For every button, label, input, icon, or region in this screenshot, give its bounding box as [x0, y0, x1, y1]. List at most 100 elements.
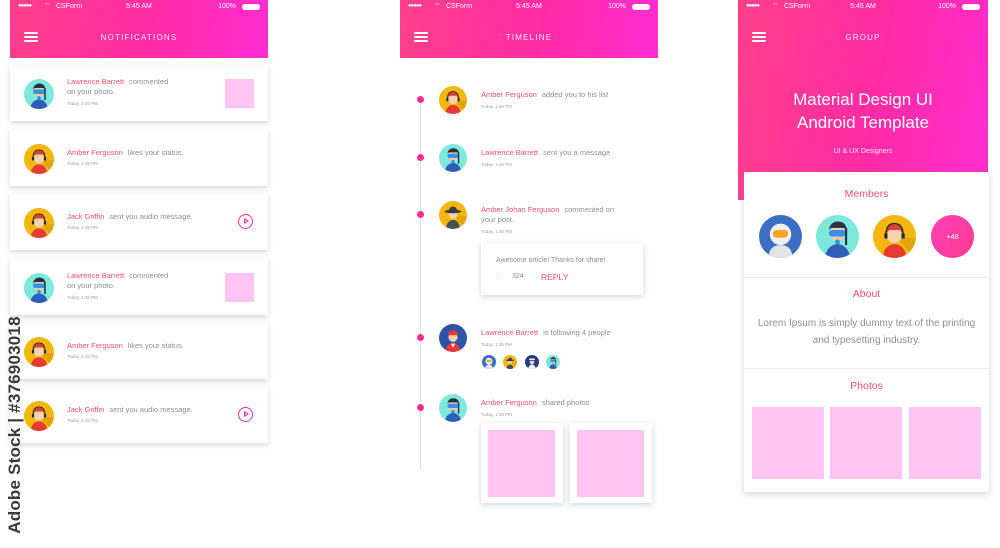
about-title: About [852, 288, 881, 300]
notification-text: commented [129, 77, 169, 86]
timeline-dot [417, 96, 424, 103]
page-title: TIMELINE [505, 33, 553, 42]
timestamp: Today, 1:45 PM [67, 101, 98, 106]
timeline-dot [417, 211, 424, 218]
activity-text: is following 4 people [543, 328, 611, 337]
heart-icon[interactable]: ♡ [495, 271, 503, 282]
activity-text: added you to his list [541, 90, 609, 99]
reply-button[interactable]: REPLY [541, 272, 568, 282]
user-name[interactable]: Lawrence Barrett [67, 271, 124, 280]
notification-text: likes your status. [127, 148, 184, 157]
group-heading-line2: Android Template [797, 113, 929, 132]
avatar [439, 324, 467, 352]
activity-text: sent you a message [543, 148, 611, 157]
timestamp: Today, 1:45 PM [67, 225, 98, 230]
notification-text: sent you audio message. [109, 212, 193, 221]
notification-item[interactable]: Jack Griffin sent you audio message. Toda… [10, 194, 268, 250]
followed-avatar[interactable] [546, 355, 560, 369]
user-name[interactable]: Lawrence Barrett [67, 77, 124, 86]
watermark-text: Adobe Stock | #376903018 [5, 316, 24, 534]
timeline-dot [417, 154, 424, 161]
group-subtitle: UI & UX Designers [833, 148, 893, 155]
wifi-icon: ⌔ [772, 3, 779, 10]
signal-icon: ●●●●● [408, 3, 422, 9]
avatar [439, 86, 467, 114]
group-photo[interactable] [830, 407, 902, 479]
avatar [439, 394, 467, 422]
clock: 5:45 AM [126, 3, 152, 10]
avatar [24, 337, 54, 367]
notification-item[interactable]: Lawrence Barrett commented on your photo.… [10, 259, 268, 315]
wifi-icon: ⌔ [434, 3, 441, 10]
user-name[interactable]: Amber Ferguson [67, 148, 123, 157]
timestamp: Today, 1:45 PM [67, 354, 98, 359]
group-photo[interactable] [909, 407, 981, 479]
page-title: NOTIFICATIONS [100, 33, 178, 42]
avatar [24, 273, 54, 303]
avatar [439, 201, 467, 229]
signal-icon: ●●●●● [746, 3, 760, 9]
watermark: Adobe Stock | #376903018 [2, 310, 28, 540]
user-name[interactable]: Lawrence Barrett [481, 148, 538, 157]
timestamp: Today, 1:45 PM [67, 295, 98, 300]
group-header: ●●●●● ⌔ CSForm 5:45 AM 100% GROUP Materi… [738, 0, 988, 200]
battery-icon [632, 4, 650, 10]
followed-avatar[interactable] [503, 355, 517, 369]
timestamp: Today, 1:45 PM [481, 104, 512, 109]
carrier-label: CSForm [446, 3, 473, 10]
timestamp: Today, 1:45 PM [67, 418, 98, 423]
comment-text: Awesome article! Thanks for share! [496, 257, 606, 264]
user-name[interactable]: Amber Ferguson [67, 341, 123, 350]
page-title: GROUP [845, 33, 881, 42]
battery-percent: 100% [608, 3, 626, 10]
timestamp: Today, 1:45 PM [481, 412, 512, 417]
status-bar: ●●●●● ⌔ CSForm 5:45 AM 100% [10, 2, 268, 12]
followed-avatar[interactable] [525, 355, 539, 369]
user-name[interactable]: Jack Griffin [67, 212, 104, 221]
avatar [439, 144, 467, 172]
notification-item[interactable]: Amber Ferguson likes your status. Today, … [10, 323, 268, 379]
notification-text: likes your status. [127, 341, 184, 350]
members-title: Members [844, 188, 889, 200]
photo-thumbnail[interactable] [225, 79, 254, 108]
member-avatar[interactable] [759, 215, 802, 258]
member-avatar[interactable] [873, 215, 916, 258]
user-name[interactable]: Amber Ferguson [481, 90, 537, 99]
group-heading-line1: Material Design UI [793, 90, 933, 109]
battery-icon [962, 4, 980, 10]
member-avatar[interactable] [816, 215, 859, 258]
user-name[interactable]: Lawrence Barrett [481, 328, 538, 337]
app-bar: ●●●●● ⌔ CSForm 5:45 AM 100% NOTIFICATION… [10, 0, 268, 58]
shared-photo[interactable] [570, 423, 652, 503]
user-name[interactable]: Amber Ferguson [481, 398, 537, 407]
play-audio-icon[interactable] [238, 214, 253, 229]
photo-thumbnail[interactable] [225, 273, 254, 302]
notification-text: commented [129, 271, 169, 280]
divider [744, 277, 989, 278]
user-name[interactable]: Jack Griffin [67, 405, 104, 414]
notification-text-cont: on your photo. [67, 87, 115, 96]
battery-icon [242, 4, 260, 10]
activity-text: commented on [564, 205, 615, 214]
clock: 5:45 AM [516, 3, 542, 10]
notification-item[interactable]: Lawrence Barrett commented on your photo.… [10, 65, 268, 121]
avatar [24, 79, 54, 109]
notification-item[interactable]: Amber Ferguson likes your status. Today, … [10, 130, 268, 186]
activity-text-cont: your post. [481, 215, 514, 224]
avatar [24, 401, 54, 431]
user-name[interactable]: Amber Johan Ferguson [481, 205, 559, 214]
shared-photo[interactable] [481, 423, 563, 503]
carrier-label: CSForm [56, 3, 83, 10]
group-photo[interactable] [752, 407, 824, 479]
group-card: Members +48 About Lorem Ipsum is simply … [744, 172, 989, 492]
avatar [24, 144, 54, 174]
avatar [24, 208, 54, 238]
timestamp: Today, 1:45 PM [481, 229, 512, 234]
timestamp: Today, 1:45 PM [481, 162, 512, 167]
notification-item[interactable]: Jack Griffin sent you audio message. Toda… [10, 387, 268, 443]
play-audio-icon[interactable] [238, 407, 253, 422]
followed-avatar[interactable] [482, 355, 496, 369]
notification-text: sent you audio message. [109, 405, 193, 414]
more-members-button[interactable]: +48 [931, 215, 974, 258]
activity-text: shared photos [541, 398, 590, 407]
